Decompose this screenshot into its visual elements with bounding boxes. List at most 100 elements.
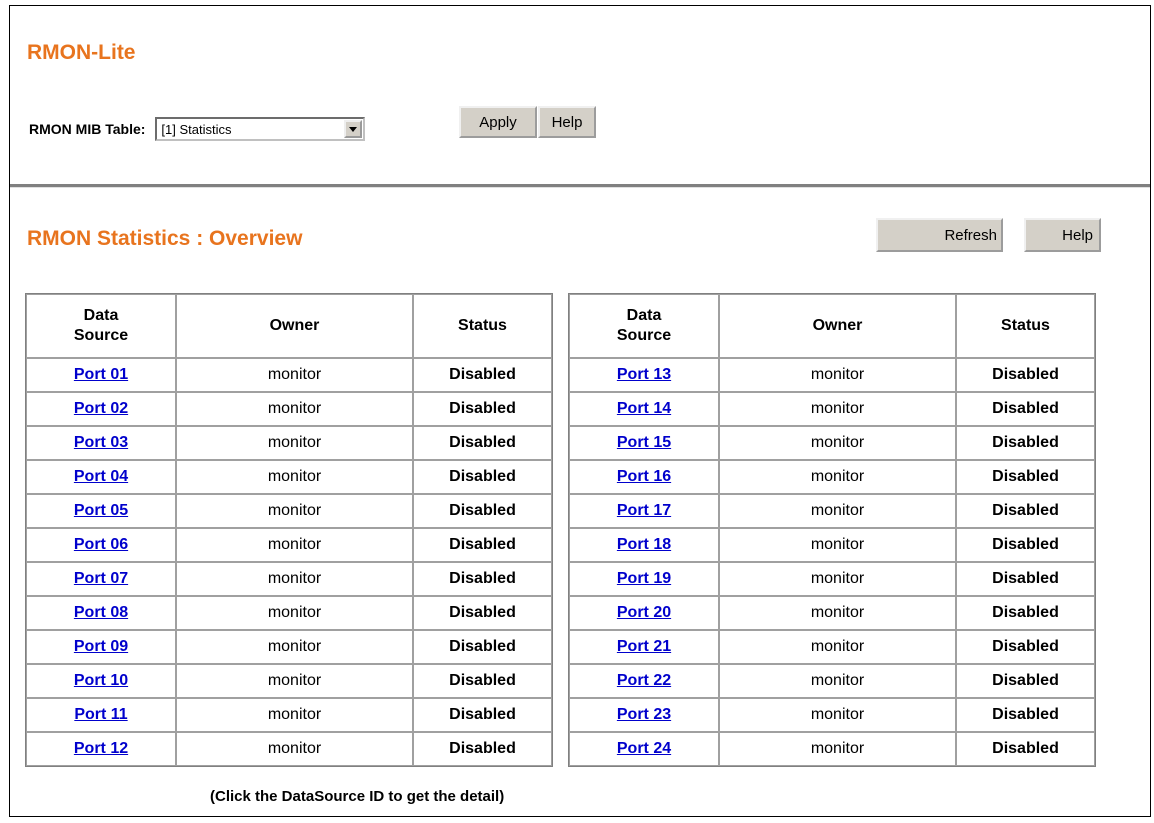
table-row: Port 05 monitor Disabled <box>26 494 552 528</box>
port-link[interactable]: Port 07 <box>74 570 128 587</box>
port-link[interactable]: Port 11 <box>74 706 127 723</box>
owner-cell: monitor <box>719 732 956 766</box>
page-frame: RMON-Lite RMON MIB Table: [1] Statistics… <box>9 5 1151 817</box>
help-button-overview[interactable]: Help <box>1024 218 1101 252</box>
footer-note: (Click the DataSource ID to get the deta… <box>210 788 505 805</box>
port-link[interactable]: Port 01 <box>74 366 128 383</box>
status-cell: Disabled <box>956 460 1095 494</box>
table-row: Port 02 monitor Disabled <box>26 392 552 426</box>
port-link[interactable]: Port 24 <box>617 740 671 757</box>
table-row: Port 08 monitor Disabled <box>26 596 552 630</box>
table-row: Port 06 monitor Disabled <box>26 528 552 562</box>
table-row: Port 18 monitor Disabled <box>569 528 1095 562</box>
table-row: Port 09 monitor Disabled <box>26 630 552 664</box>
port-link[interactable]: Port 13 <box>617 366 671 383</box>
port-link[interactable]: Port 05 <box>74 502 128 519</box>
data-source-cell: Port 13 <box>569 358 719 392</box>
port-link[interactable]: Port 17 <box>617 502 671 519</box>
status-cell: Disabled <box>413 630 552 664</box>
owner-cell: monitor <box>719 460 956 494</box>
col-owner: Owner <box>176 294 413 358</box>
owner-cell: monitor <box>176 460 413 494</box>
data-source-cell: Port 23 <box>569 698 719 732</box>
table-row: Port 01 monitor Disabled <box>26 358 552 392</box>
status-cell: Disabled <box>956 562 1095 596</box>
port-link[interactable]: Port 21 <box>617 638 671 655</box>
section-divider <box>10 184 1150 188</box>
owner-cell: monitor <box>176 392 413 426</box>
owner-cell: monitor <box>719 596 956 630</box>
owner-cell: monitor <box>176 494 413 528</box>
port-link[interactable]: Port 15 <box>617 434 671 451</box>
owner-cell: monitor <box>719 426 956 460</box>
port-link[interactable]: Port 19 <box>617 570 671 587</box>
status-cell: Disabled <box>413 494 552 528</box>
port-link[interactable]: Port 03 <box>74 434 128 451</box>
data-source-cell: Port 19 <box>569 562 719 596</box>
port-link[interactable]: Port 14 <box>617 400 671 417</box>
data-source-cell: Port 04 <box>26 460 176 494</box>
port-link[interactable]: Port 08 <box>74 604 128 621</box>
port-link[interactable]: Port 23 <box>617 706 671 723</box>
status-cell: Disabled <box>413 426 552 460</box>
table-row: Port 21 monitor Disabled <box>569 630 1095 664</box>
status-cell: Disabled <box>413 698 552 732</box>
owner-cell: monitor <box>719 392 956 426</box>
refresh-button[interactable]: Refresh <box>876 218 1003 252</box>
table-row: Port 07 monitor Disabled <box>26 562 552 596</box>
port-link[interactable]: Port 16 <box>617 468 671 485</box>
col-status: Status <box>956 294 1095 358</box>
stats-table-left: Data Source Owner Status Port 01 monitor Di… <box>25 293 553 767</box>
owner-cell: monitor <box>719 664 956 698</box>
data-source-cell: Port 02 <box>26 392 176 426</box>
status-cell: Disabled <box>413 460 552 494</box>
owner-cell: monitor <box>176 698 413 732</box>
status-cell: Disabled <box>956 698 1095 732</box>
port-link[interactable]: Port 02 <box>74 400 128 417</box>
owner-cell: monitor <box>176 528 413 562</box>
data-source-cell: Port 17 <box>569 494 719 528</box>
data-source-cell: Port 16 <box>569 460 719 494</box>
owner-cell: monitor <box>719 562 956 596</box>
mib-table-selected-value: [1] Statistics <box>161 121 232 137</box>
port-link[interactable]: Port 04 <box>74 468 128 485</box>
status-cell: Disabled <box>413 664 552 698</box>
port-link[interactable]: Port 09 <box>74 638 128 655</box>
dropdown-button[interactable] <box>344 120 363 138</box>
owner-cell: monitor <box>719 630 956 664</box>
status-cell: Disabled <box>956 664 1095 698</box>
owner-cell: monitor <box>176 630 413 664</box>
col-owner: Owner <box>719 294 956 358</box>
owner-cell: monitor <box>176 732 413 766</box>
status-cell: Disabled <box>956 528 1095 562</box>
app-title: RMON-Lite <box>27 41 136 64</box>
data-source-cell: Port 12 <box>26 732 176 766</box>
data-source-cell: Port 10 <box>26 664 176 698</box>
status-cell: Disabled <box>413 732 552 766</box>
port-link[interactable]: Port 22 <box>617 672 671 689</box>
data-source-cell: Port 14 <box>569 392 719 426</box>
mib-table-select[interactable]: [1] Statistics <box>155 117 366 141</box>
owner-cell: monitor <box>176 664 413 698</box>
table-row: Port 17 monitor Disabled <box>569 494 1095 528</box>
status-cell: Disabled <box>413 392 552 426</box>
owner-cell: monitor <box>176 426 413 460</box>
data-source-cell: Port 15 <box>569 426 719 460</box>
data-source-cell: Port 01 <box>26 358 176 392</box>
port-link[interactable]: Port 20 <box>617 604 671 621</box>
status-cell: Disabled <box>413 562 552 596</box>
table-header-row: Data Source Owner Status <box>26 294 552 358</box>
help-button-top[interactable]: Help <box>538 106 596 138</box>
port-link[interactable]: Port 12 <box>74 740 128 757</box>
col-status: Status <box>413 294 552 358</box>
port-link[interactable]: Port 18 <box>617 536 671 553</box>
port-link[interactable]: Port 10 <box>74 672 128 689</box>
data-source-cell: Port 24 <box>569 732 719 766</box>
data-source-cell: Port 22 <box>569 664 719 698</box>
owner-cell: monitor <box>719 358 956 392</box>
data-source-cell: Port 07 <box>26 562 176 596</box>
data-source-cell: Port 20 <box>569 596 719 630</box>
apply-button[interactable]: Apply <box>459 106 537 138</box>
table-row: Port 23 monitor Disabled <box>569 698 1095 732</box>
port-link[interactable]: Port 06 <box>74 536 128 553</box>
